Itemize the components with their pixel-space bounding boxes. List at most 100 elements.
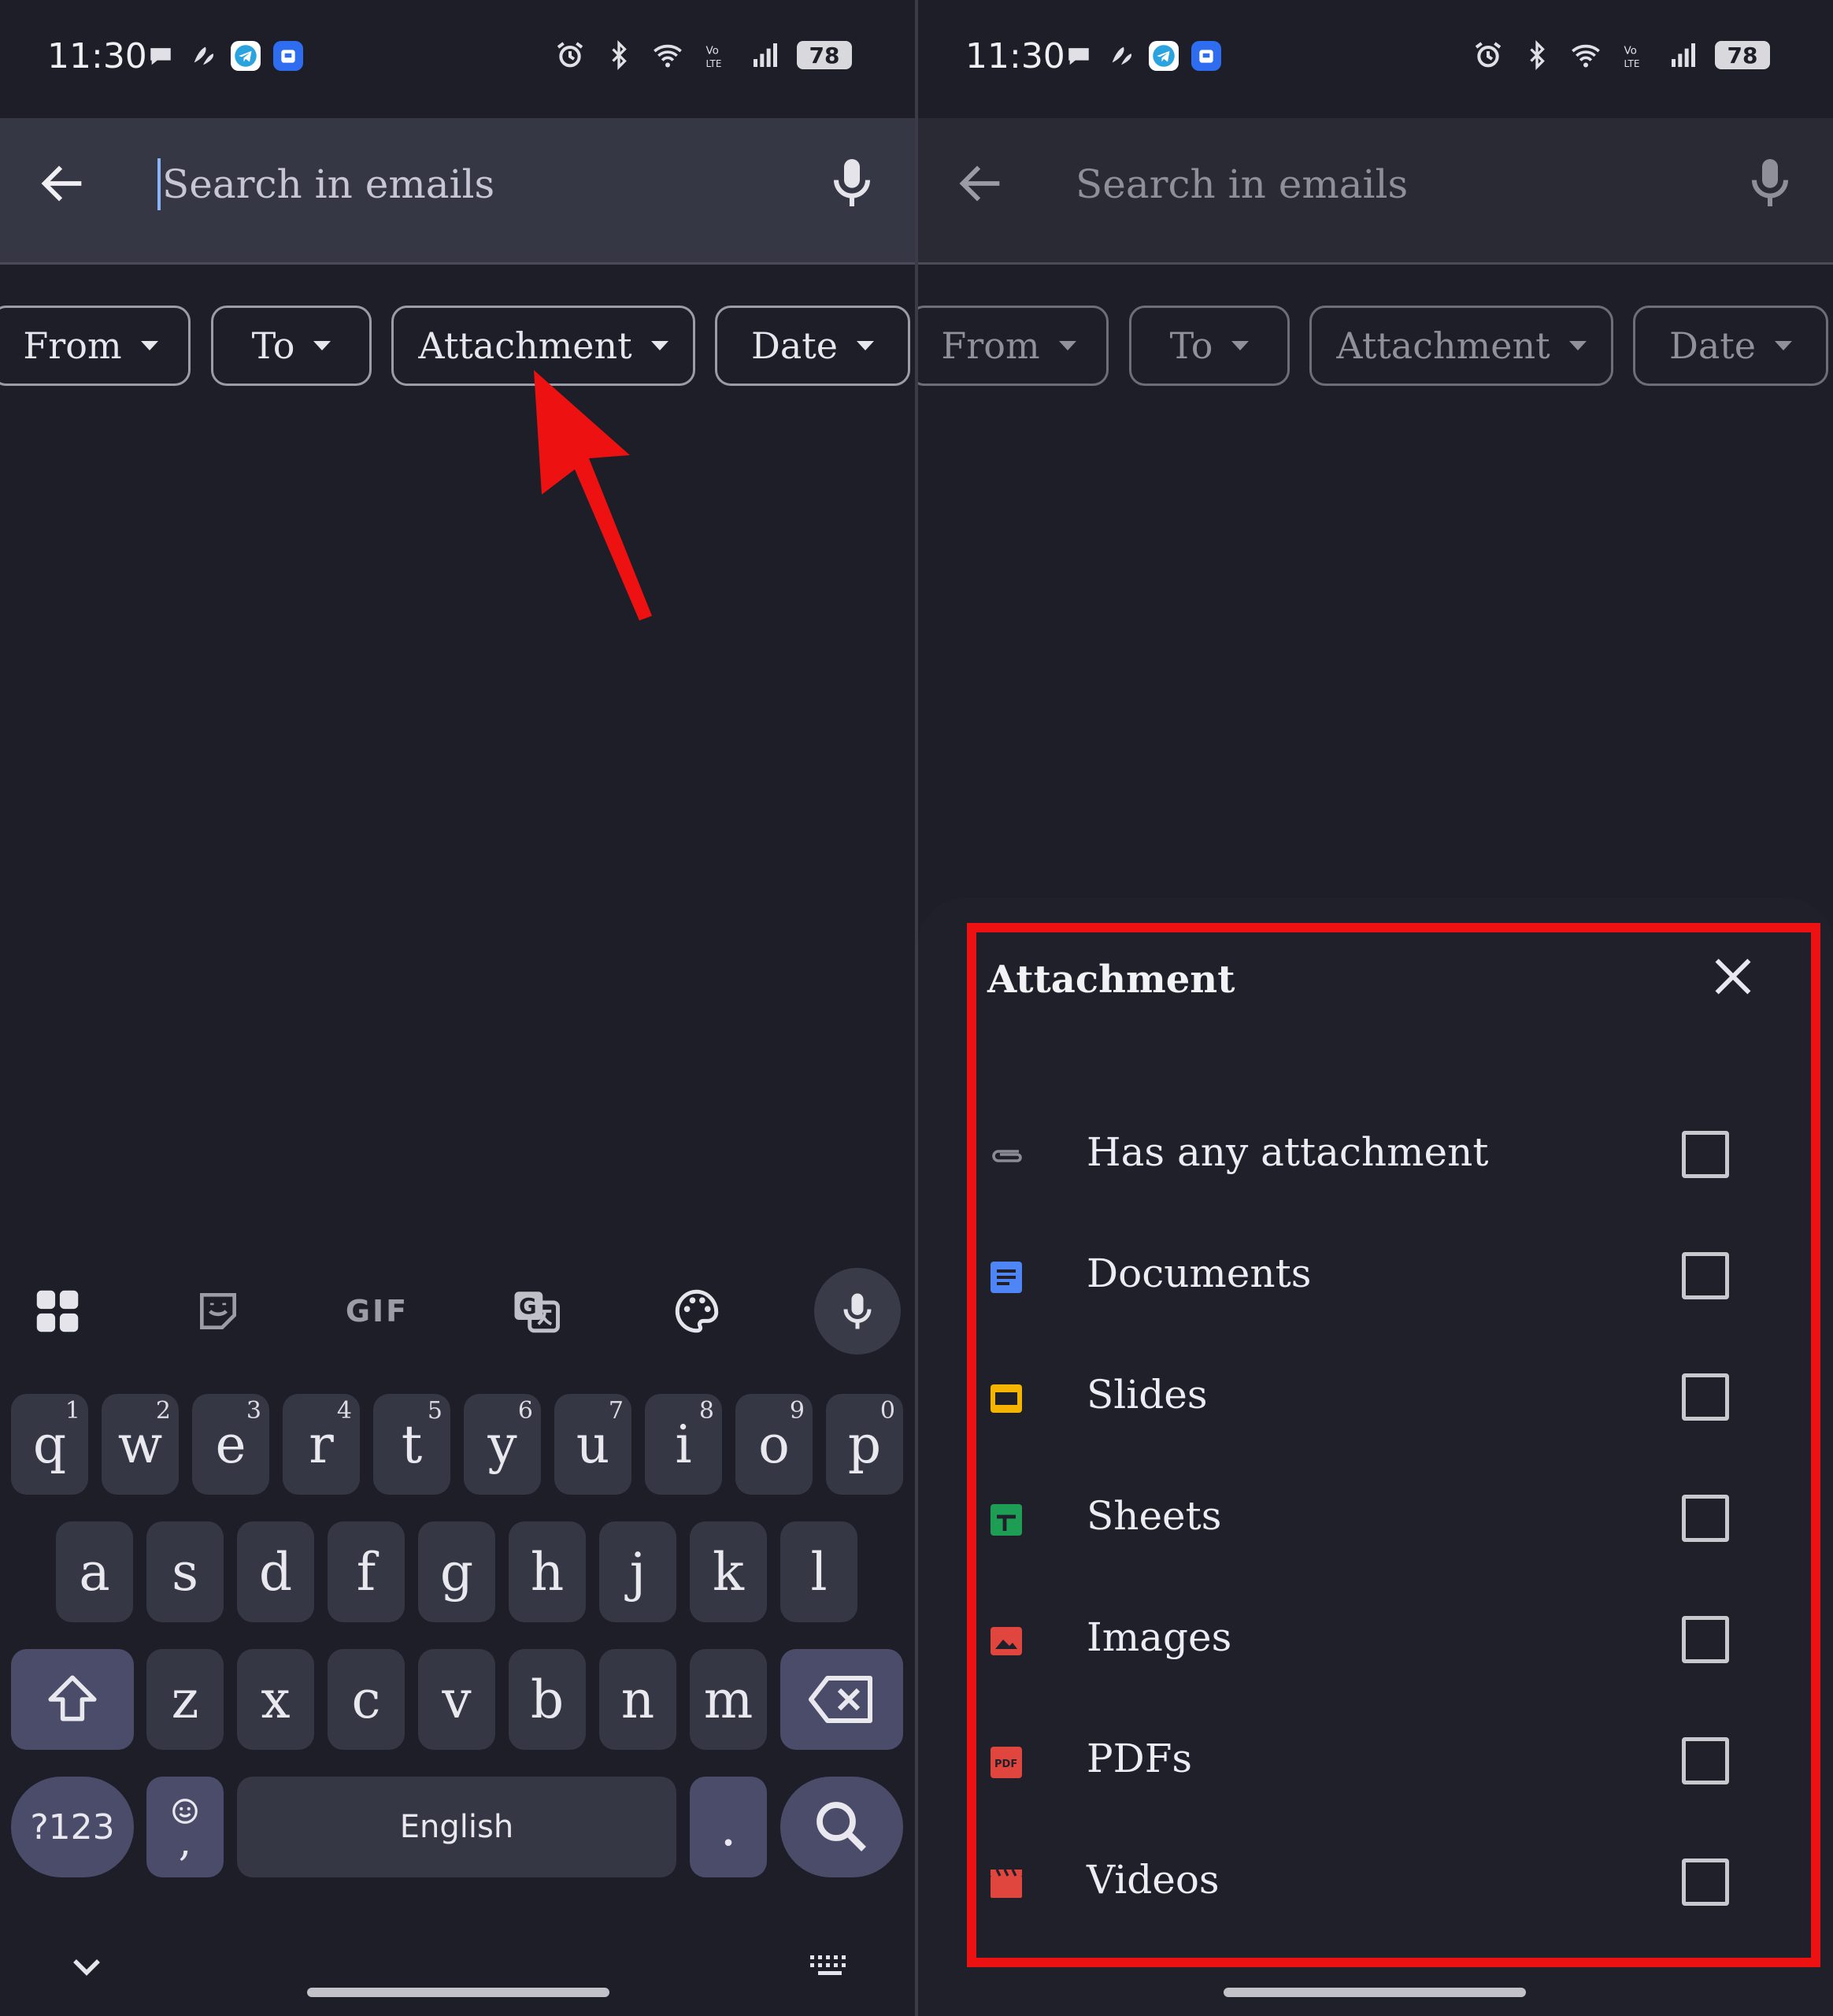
- key-h[interactable]: h: [509, 1521, 586, 1622]
- key-k[interactable]: k: [690, 1521, 767, 1622]
- key-char: t: [401, 1414, 423, 1475]
- key-hint: 6: [517, 1397, 533, 1425]
- key-char: o: [758, 1414, 790, 1475]
- key-n[interactable]: n: [599, 1649, 676, 1750]
- key-p[interactable]: p0: [826, 1394, 903, 1495]
- key-char: j: [629, 1541, 646, 1603]
- key-w[interactable]: w2: [102, 1394, 179, 1495]
- key-a[interactable]: a: [56, 1521, 133, 1622]
- search-bar: Search in emails: [0, 118, 915, 265]
- divider: [0, 262, 915, 265]
- back-arrow-icon[interactable]: [954, 156, 1009, 211]
- key-t[interactable]: t5: [373, 1394, 450, 1495]
- emoji-comma-key[interactable]: ,: [146, 1777, 224, 1877]
- key-char: l: [810, 1541, 828, 1603]
- microphone-icon[interactable]: [1739, 151, 1802, 214]
- key-char: r: [309, 1414, 334, 1475]
- key-char: v: [442, 1669, 472, 1730]
- filter-chips: From To Attachment Date: [918, 306, 1833, 386]
- chip-date[interactable]: Date: [1633, 306, 1828, 386]
- system-icons: Vo LTE 78: [553, 38, 852, 72]
- key-hint: 0: [879, 1397, 895, 1425]
- key-char: n: [620, 1669, 655, 1730]
- keyboard-switch-icon[interactable]: [806, 1951, 854, 1986]
- space-bar[interactable]: English: [237, 1777, 676, 1877]
- chip-label: Attachment: [1336, 324, 1550, 367]
- key-d[interactable]: d: [237, 1521, 314, 1622]
- gif-button[interactable]: GIF: [334, 1268, 420, 1354]
- key-hint: 7: [608, 1397, 624, 1425]
- key-i[interactable]: i8: [645, 1394, 722, 1495]
- key-x[interactable]: x: [237, 1649, 314, 1750]
- key-v[interactable]: v: [418, 1649, 495, 1750]
- chip-attachment[interactable]: Attachment: [1309, 306, 1613, 386]
- shift-key[interactable]: [11, 1649, 134, 1750]
- notification-icons: [1064, 41, 1221, 71]
- bluesky-icon: [1191, 41, 1221, 71]
- wifi-icon: [650, 38, 685, 72]
- backspace-key[interactable]: [780, 1649, 903, 1750]
- translate-icon[interactable]: G: [493, 1268, 580, 1354]
- chip-date[interactable]: Date: [715, 306, 910, 386]
- key-j[interactable]: j: [599, 1521, 676, 1622]
- search-key[interactable]: [780, 1777, 903, 1877]
- chip-from[interactable]: From: [918, 306, 1109, 386]
- key-u[interactable]: u7: [554, 1394, 631, 1495]
- chat-bubble-icon: [1064, 41, 1094, 71]
- dropdown-arrow-icon: [140, 341, 158, 350]
- chat-bubble-icon: [146, 41, 176, 71]
- key-c[interactable]: c: [328, 1649, 405, 1750]
- svg-text:LTE: LTE: [1624, 58, 1640, 69]
- key-l[interactable]: l: [780, 1521, 857, 1622]
- chip-to[interactable]: To: [1129, 306, 1290, 386]
- search-placeholder: Search in emails: [162, 161, 495, 207]
- svg-text:Vo: Vo: [1624, 45, 1637, 57]
- text-cursor: [157, 158, 161, 210]
- period-key[interactable]: .: [690, 1777, 767, 1877]
- key-char: u: [576, 1414, 610, 1475]
- apps-grid-icon[interactable]: [14, 1268, 101, 1354]
- gesture-nav-bar[interactable]: [307, 1988, 609, 1997]
- key-hint: 1: [65, 1397, 80, 1425]
- svg-text:Vo: Vo: [706, 45, 719, 57]
- search-input[interactable]: Search in emails: [1076, 159, 1690, 209]
- key-char: g: [439, 1541, 474, 1603]
- symbols-key[interactable]: ?123: [11, 1777, 134, 1877]
- key-f[interactable]: f: [328, 1521, 405, 1622]
- sticker-icon[interactable]: [175, 1268, 261, 1354]
- svg-text:G: G: [519, 1294, 537, 1319]
- voice-input-icon[interactable]: [814, 1268, 901, 1354]
- key-char: h: [530, 1541, 565, 1603]
- svg-text:LTE: LTE: [706, 58, 722, 69]
- key-o[interactable]: o9: [735, 1394, 813, 1495]
- search-input[interactable]: Search in emails: [157, 158, 772, 210]
- palette-icon[interactable]: [654, 1268, 740, 1354]
- volte-icon: Vo LTE: [699, 38, 734, 72]
- key-y[interactable]: y6: [464, 1394, 541, 1495]
- key-char: b: [530, 1669, 565, 1730]
- dropdown-arrow-icon: [650, 341, 668, 350]
- alarm-icon: [553, 38, 587, 72]
- key-s[interactable]: s: [146, 1521, 224, 1622]
- chip-label: Attachment: [418, 324, 632, 367]
- key-b[interactable]: b: [509, 1649, 586, 1750]
- key-e[interactable]: e3: [192, 1394, 269, 1495]
- wifi-icon: [1568, 38, 1603, 72]
- microphone-icon[interactable]: [820, 151, 883, 214]
- chip-to[interactable]: To: [211, 306, 372, 386]
- key-hint: 2: [155, 1397, 171, 1425]
- key-char: y: [487, 1414, 517, 1475]
- key-m[interactable]: m: [690, 1649, 767, 1750]
- key-z[interactable]: z: [146, 1649, 224, 1750]
- key-q[interactable]: q1: [11, 1394, 88, 1495]
- key-char: c: [351, 1669, 381, 1730]
- search-icon: [817, 1802, 866, 1851]
- key-r[interactable]: r4: [283, 1394, 360, 1495]
- back-arrow-icon[interactable]: [35, 156, 91, 211]
- gesture-nav-bar[interactable]: [1224, 1988, 1526, 1997]
- key-char: s: [172, 1541, 198, 1603]
- chip-from[interactable]: From: [0, 306, 191, 386]
- brush-icon: [1106, 41, 1136, 71]
- key-g[interactable]: g: [418, 1521, 495, 1622]
- hide-keyboard-icon[interactable]: [63, 1953, 110, 1988]
